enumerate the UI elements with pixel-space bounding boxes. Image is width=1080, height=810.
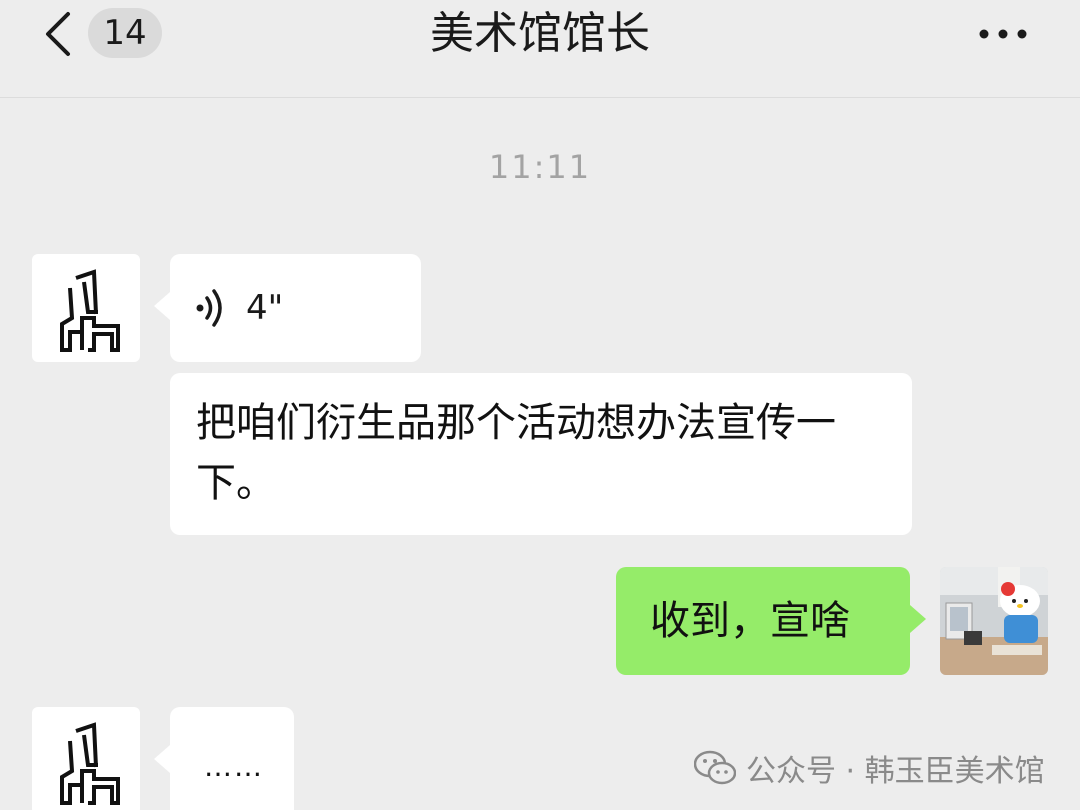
contact-avatar[interactable] — [32, 707, 140, 810]
message-bubble-incoming[interactable]: …… — [154, 707, 294, 810]
more-dots-icon[interactable] — [970, 14, 1036, 54]
my-avatar[interactable] — [940, 567, 1048, 675]
message-text: 收到，宣啥 — [650, 598, 850, 644]
chevron-left-icon[interactable] — [40, 10, 80, 58]
hello-kitty-photo-avatar — [940, 567, 1048, 675]
chat-header: 14 美术馆馆长 — [0, 0, 1080, 98]
message-bubble-outgoing[interactable]: 收到，宣啥 — [616, 567, 926, 675]
contact-avatar[interactable] — [32, 254, 140, 362]
chat-title-bar: 美术馆馆长 — [0, 6, 1080, 62]
wechat-icon — [694, 750, 736, 785]
museum-logo-icon — [60, 269, 120, 352]
message-bubble-incoming[interactable]: 把咱们衍生品那个活动想办法宣传一下。 — [170, 373, 912, 535]
voice-wave-icon — [196, 289, 222, 327]
watermark-text: 公众号 · 韩玉臣美术馆 — [746, 754, 1045, 789]
message-text: 把咱们衍生品那个活动想办法宣传一下。 — [196, 400, 836, 506]
museum-logo-icon — [60, 722, 120, 805]
message-timestamp: 11:11 — [488, 148, 592, 186]
voice-duration: 4" — [246, 288, 284, 328]
unread-count-badge[interactable]: 14 — [88, 8, 162, 58]
message-text: …… — [204, 750, 264, 783]
watermark: 公众号 · 韩玉臣美术馆 — [694, 744, 1045, 792]
chat-title: 美术馆馆长 — [430, 8, 650, 59]
